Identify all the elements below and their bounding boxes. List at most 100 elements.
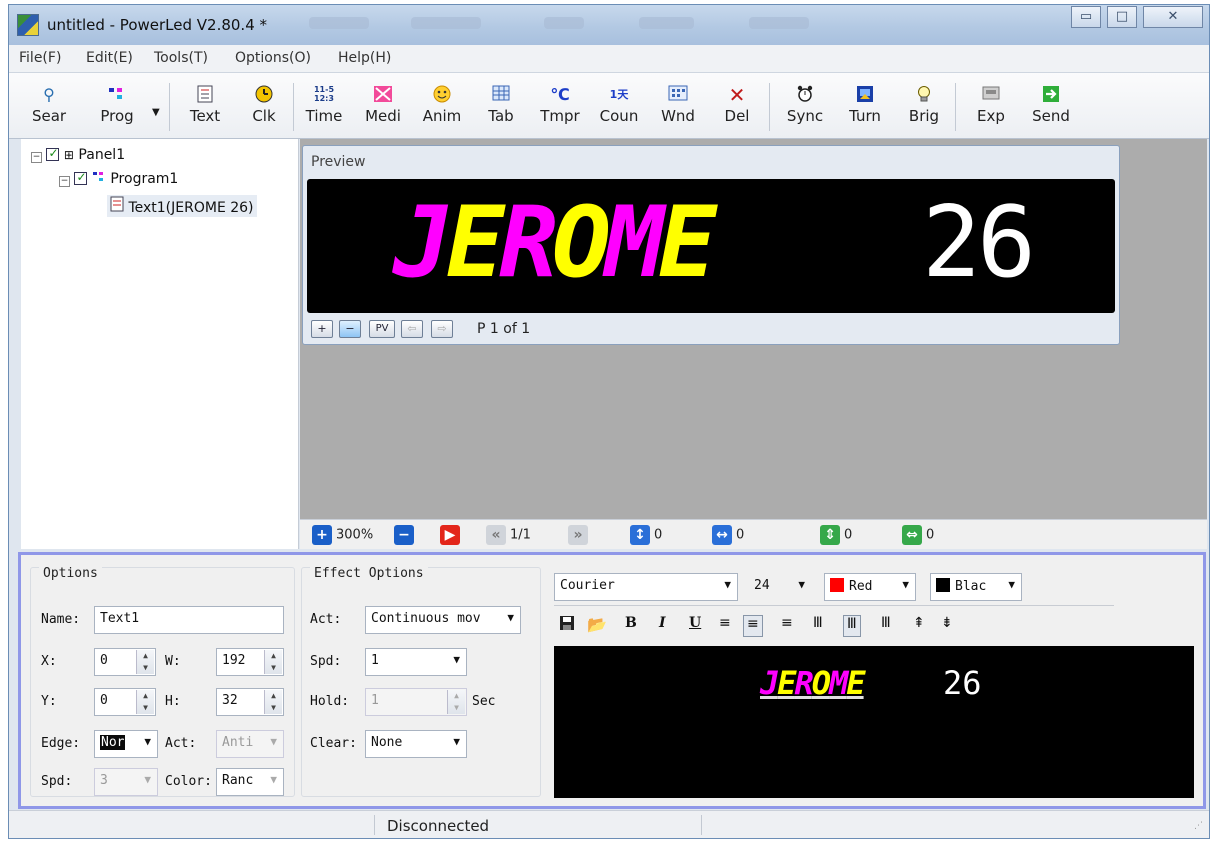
pv-button[interactable]: PV bbox=[369, 320, 395, 338]
y-value: 0 bbox=[100, 693, 108, 708]
program-checkbox[interactable] bbox=[74, 170, 88, 185]
align-center-icon[interactable]: ≡ bbox=[743, 615, 763, 637]
horizontal-size-control[interactable]: ⇔ 0 bbox=[902, 525, 934, 545]
collapse-icon[interactable]: − bbox=[59, 176, 70, 187]
text-color-select[interactable]: Red ▼ bbox=[824, 573, 916, 601]
menu-tools[interactable]: Tools(T) bbox=[154, 50, 208, 66]
zoom-out-button[interactable]: − bbox=[339, 320, 361, 338]
minimize-button[interactable]: ▭ bbox=[1071, 6, 1101, 28]
clear-select[interactable]: None ▼ bbox=[365, 730, 467, 758]
vertical-move-control[interactable]: ↕ 0 bbox=[630, 525, 662, 545]
counter-button[interactable]: 1天 Coun bbox=[592, 85, 646, 135]
effect-act-select[interactable]: Continuous mov ▼ bbox=[365, 606, 521, 634]
font-family-select[interactable]: Courier ▼ bbox=[554, 573, 738, 601]
act-select[interactable]: Anti ▼ bbox=[216, 730, 284, 758]
underline-button[interactable]: U bbox=[689, 615, 701, 637]
forward-button[interactable]: » bbox=[568, 525, 592, 545]
menu-help[interactable]: Help(H) bbox=[338, 50, 391, 66]
chevron-down-icon[interactable]: ▼ bbox=[152, 107, 160, 118]
align-right-icon[interactable]: ≡ bbox=[781, 615, 793, 637]
panel-checkbox[interactable] bbox=[46, 146, 60, 161]
bold-button[interactable]: B bbox=[625, 615, 637, 637]
char-spacing-icon[interactable]: ⇟ bbox=[941, 615, 953, 637]
chevron-down-icon: ▼ bbox=[453, 653, 460, 666]
toolbar: ⚲ Sear Prog ▼ Text Clk 11-5 12:3 Time Med… bbox=[9, 73, 1209, 139]
zoom-in-button[interactable]: + bbox=[311, 320, 333, 338]
name-value: Text1 bbox=[100, 611, 140, 626]
effect-spd-select[interactable]: 1 ▼ bbox=[365, 648, 467, 676]
send-button[interactable]: Send bbox=[1024, 85, 1078, 135]
table-button[interactable]: Tab bbox=[474, 85, 528, 135]
name-field[interactable]: Text1 bbox=[94, 606, 284, 634]
chevron-down-icon: ▼ bbox=[144, 773, 151, 786]
background-color-select[interactable]: Blac ▼ bbox=[930, 573, 1022, 601]
spin-icon[interactable]: ▲ ▼ bbox=[264, 690, 282, 714]
minus-button[interactable]: − bbox=[394, 525, 418, 545]
text-button[interactable]: Text bbox=[178, 85, 232, 135]
tree-node-program[interactable]: − Program1 bbox=[59, 170, 178, 187]
export-button[interactable]: Exp bbox=[964, 85, 1018, 135]
time-icon: 11-5 12:3 bbox=[313, 85, 335, 105]
align-left-icon[interactable]: ≡ bbox=[719, 615, 731, 637]
spin-icon[interactable]: ▲ ▼ bbox=[447, 690, 465, 714]
w-stepper[interactable]: 192 ▲ ▼ bbox=[216, 648, 284, 676]
horizontal-move-control[interactable]: ↔ 0 bbox=[712, 525, 744, 545]
led-letter: M bbox=[605, 186, 664, 300]
spd-select[interactable]: 3 ▼ bbox=[94, 768, 158, 796]
sync-button[interactable]: Sync bbox=[778, 85, 832, 135]
resize-grip-icon[interactable]: ⋰ bbox=[1194, 821, 1203, 831]
menu-edit[interactable]: Edit(E) bbox=[86, 50, 133, 66]
time-button[interactable]: 11-5 12:3 Time bbox=[297, 85, 351, 135]
text-editor[interactable]: JEROME 26 bbox=[554, 646, 1194, 798]
clock-button[interactable]: Clk bbox=[237, 85, 291, 135]
clear-label: Clear: bbox=[310, 736, 357, 751]
led-letter: J bbox=[760, 664, 779, 702]
window-button[interactable]: Wnd bbox=[651, 85, 705, 135]
menu-file[interactable]: File(F) bbox=[19, 50, 61, 66]
turn-button[interactable]: Turn bbox=[838, 85, 892, 135]
zoom-control[interactable]: +300% bbox=[312, 525, 373, 545]
close-button[interactable]: ✕ bbox=[1143, 6, 1203, 28]
color-select[interactable]: Ranc ▼ bbox=[216, 768, 284, 796]
next-page-button[interactable]: ⇨ bbox=[431, 320, 453, 338]
prev-page-button[interactable]: ⇦ bbox=[401, 320, 423, 338]
tree-node-panel[interactable]: − ⊞ Panel1 bbox=[31, 146, 125, 163]
spin-icon[interactable]: ▲ ▼ bbox=[136, 650, 154, 674]
align-middle-icon[interactable]: Ⅲ bbox=[843, 615, 861, 637]
h-stepper[interactable]: 32 ▲ ▼ bbox=[216, 688, 284, 716]
hold-stepper[interactable]: 1 ▲ ▼ bbox=[365, 688, 467, 716]
plus-icon[interactable]: + bbox=[312, 525, 332, 545]
save-icon[interactable] bbox=[559, 615, 575, 637]
frame-control[interactable]: «1/1 bbox=[486, 525, 531, 545]
x-stepper[interactable]: 0 ▲ ▼ bbox=[94, 648, 156, 676]
italic-button[interactable]: I bbox=[659, 615, 666, 637]
align-top-icon[interactable]: Ⅲ bbox=[813, 615, 823, 637]
w-label: W: bbox=[165, 654, 181, 669]
open-folder-icon[interactable]: 📂 bbox=[587, 615, 607, 637]
toolbar-divider bbox=[554, 605, 1114, 606]
y-stepper[interactable]: 0 ▲ ▼ bbox=[94, 688, 156, 716]
delete-button[interactable]: ✕ Del bbox=[710, 85, 764, 135]
spin-icon[interactable]: ▲ ▼ bbox=[264, 650, 282, 674]
edge-select[interactable]: Nor ▼ bbox=[94, 730, 158, 758]
led-letter: M bbox=[829, 664, 848, 702]
play-button[interactable]: ▶ bbox=[440, 525, 464, 545]
animation-button[interactable]: Anim bbox=[415, 85, 469, 135]
brightness-button[interactable]: Brig bbox=[897, 85, 951, 135]
collapse-icon[interactable]: − bbox=[31, 152, 42, 163]
search-button[interactable]: ⚲ Sear bbox=[22, 85, 76, 135]
vertical-size-control[interactable]: ⇕ 0 bbox=[820, 525, 852, 545]
font-size-select[interactable]: 24 ▼ bbox=[748, 573, 812, 601]
align-bottom-icon[interactable]: Ⅲ bbox=[881, 615, 891, 637]
hold-label: Hold: bbox=[310, 694, 350, 709]
time-glyph-bottom: 12:3 bbox=[314, 94, 334, 103]
temperature-button[interactable]: ℃ Tmpr bbox=[533, 85, 587, 135]
hold-value: 1 bbox=[371, 693, 379, 708]
media-button[interactable]: Medi bbox=[356, 85, 410, 135]
spin-icon[interactable]: ▲ ▼ bbox=[136, 690, 154, 714]
tree-node-text[interactable]: Text1(JEROME 26) bbox=[107, 195, 257, 217]
menu-options[interactable]: Options(O) bbox=[235, 50, 311, 66]
line-spacing-icon[interactable]: ⇞ bbox=[913, 615, 925, 637]
maximize-button[interactable]: □ bbox=[1107, 6, 1137, 28]
program-button[interactable]: Prog bbox=[90, 85, 144, 135]
